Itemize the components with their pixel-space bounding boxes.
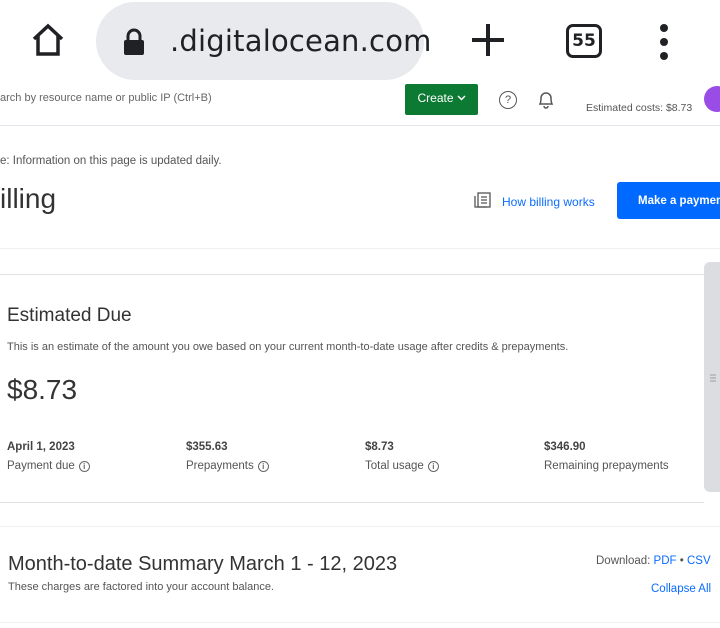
new-tab-icon[interactable]	[466, 18, 510, 62]
divider	[0, 248, 720, 249]
stat-total-usage: $8.73 Total usage i	[365, 441, 439, 472]
search-input[interactable]: arch by resource name or public IP (Ctrl…	[0, 92, 212, 104]
summary-title: Month-to-date Summary March 1 - 12, 2023	[8, 553, 398, 575]
page-title: illing	[0, 183, 57, 214]
divider	[0, 622, 720, 623]
help-icon[interactable]: ?	[499, 91, 517, 109]
bell-icon[interactable]	[536, 90, 556, 115]
divider	[0, 526, 720, 527]
home-icon[interactable]	[26, 18, 70, 62]
address-bar[interactable]: .digitalocean.com	[96, 2, 431, 80]
create-button[interactable]: Create	[405, 84, 478, 115]
stat-label: Total usage	[365, 460, 424, 472]
document-icon	[474, 192, 492, 211]
stat-remaining-prepayments: $346.90 Remaining prepayments	[544, 441, 669, 472]
app-header: arch by resource name or public IP (Ctrl…	[0, 84, 720, 126]
estimated-due-amount: $8.73	[7, 374, 78, 405]
estimated-due-description: This is an estimate of the amount you ow…	[7, 341, 569, 353]
grip-icon[interactable]	[709, 372, 717, 386]
stat-payment-due: April 1, 2023 Payment due i	[7, 441, 90, 472]
estimated-costs[interactable]: Estimated costs: $8.73	[586, 102, 692, 114]
estimated-due-title: Estimated Due	[7, 305, 132, 326]
download-links: Download: PDF • CSV	[596, 555, 711, 567]
download-csv-link[interactable]: CSV	[687, 555, 711, 567]
info-icon[interactable]: i	[257, 460, 269, 472]
separator: •	[679, 555, 684, 567]
info-icon[interactable]: i	[78, 460, 90, 472]
stat-value: $8.73	[365, 441, 394, 453]
chevron-down-icon	[456, 91, 466, 105]
lock-icon	[122, 28, 146, 61]
url-text: .digitalocean.com	[170, 24, 432, 58]
page-note: e: Information on this page is updated d…	[0, 155, 222, 167]
create-label: Create	[417, 91, 454, 105]
browser-toolbar: .digitalocean.com 55	[0, 0, 720, 84]
stat-label: Payment due	[7, 460, 75, 472]
tab-switcher-button[interactable]: 55	[566, 24, 602, 58]
info-icon[interactable]: i	[427, 460, 439, 472]
stat-prepayments: $355.63 Prepayments i	[186, 441, 269, 472]
collapse-all-link[interactable]: Collapse All	[651, 583, 711, 595]
stat-value: $355.63	[186, 441, 228, 453]
stat-label: Remaining prepayments	[544, 460, 669, 472]
download-pdf-link[interactable]: PDF	[654, 555, 677, 567]
summary-description: These charges are factored into your acc…	[8, 581, 274, 593]
download-label: Download:	[596, 555, 651, 567]
avatar[interactable]	[704, 86, 720, 112]
how-billing-works-link[interactable]: How billing works	[474, 192, 595, 211]
more-options-icon[interactable]	[654, 22, 674, 62]
stat-value: $346.90	[544, 441, 586, 453]
stat-value: April 1, 2023	[7, 441, 75, 453]
how-billing-label: How billing works	[502, 194, 595, 209]
stat-label: Prepayments	[186, 460, 254, 472]
make-payment-button[interactable]: Make a payment	[617, 182, 720, 219]
